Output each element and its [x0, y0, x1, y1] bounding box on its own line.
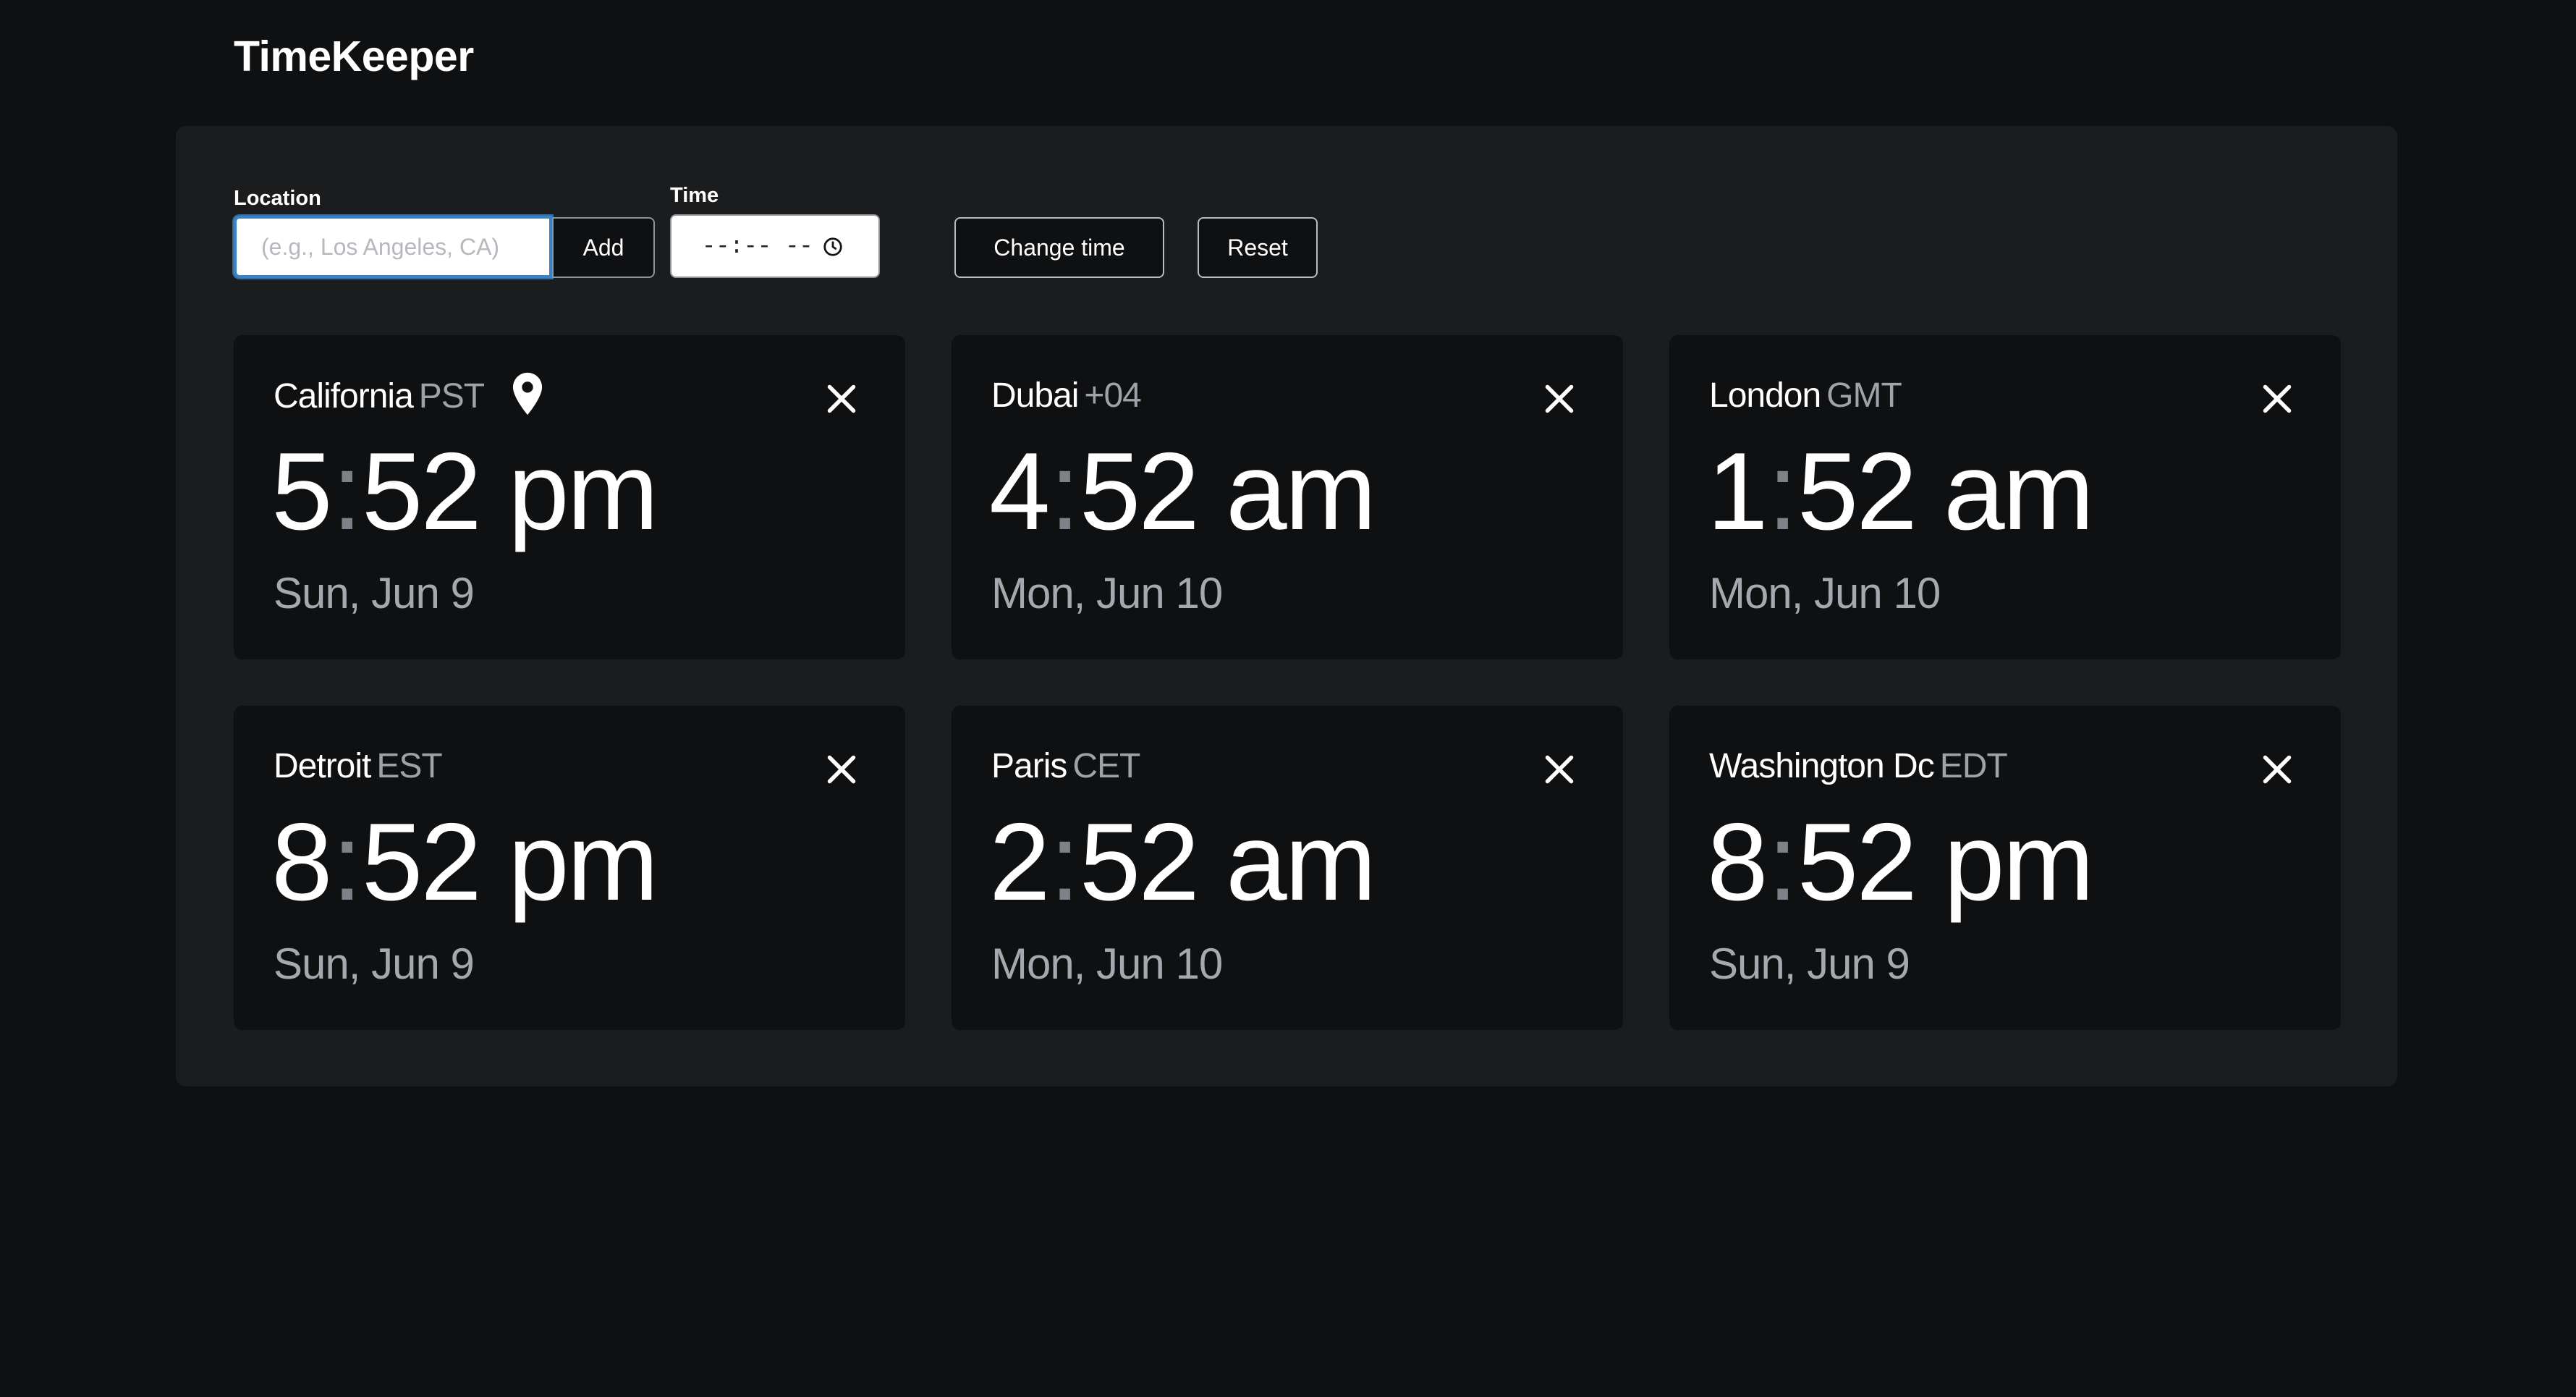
timezone-abbr: CET	[1072, 747, 1140, 785]
timezone-abbr: GMT	[1826, 376, 1902, 415]
main-panel: Location Add Time --:-- -- Change time R…	[176, 126, 2397, 1086]
change-time-button[interactable]: Change time	[954, 217, 1164, 278]
clock-minute: 52	[1797, 801, 1918, 924]
clock-card: Washington Dc EDT 8:52 pm Sun, Jun 9	[1669, 706, 2341, 1030]
timezone-abbr: +04	[1084, 376, 1141, 415]
clock-icon[interactable]	[822, 236, 844, 258]
clock-ampm: pm	[508, 430, 658, 553]
add-button[interactable]: Add	[552, 217, 655, 278]
city-name: Detroit	[274, 747, 371, 785]
clock-date: Mon, Jun 10	[1709, 569, 1941, 617]
controls-bar: Location Add Time --:-- -- Change time R…	[234, 184, 1391, 278]
close-icon[interactable]	[826, 754, 857, 785]
timezone-abbr: PST	[418, 376, 485, 415]
close-icon[interactable]	[1543, 383, 1575, 415]
city-name: London	[1709, 376, 1821, 415]
clock-minute: 52	[1079, 430, 1200, 553]
time-label: Time	[670, 184, 719, 207]
clock-ampm: pm	[1944, 801, 2094, 924]
reset-button[interactable]: Reset	[1198, 217, 1318, 278]
clock-date: Mon, Jun 10	[991, 569, 1223, 617]
clock-colon: :	[1767, 430, 1798, 553]
clock-card: Dubai +04 4:52 am Mon, Jun 10	[952, 335, 1623, 659]
clock-time: 4:52 am	[989, 436, 1376, 546]
close-icon[interactable]	[2261, 754, 2293, 785]
clock-ampm: am	[1226, 430, 1376, 553]
clock-minute: 52	[1079, 801, 1200, 924]
clock-colon: :	[331, 801, 363, 924]
city-name: California	[274, 376, 414, 415]
location-label: Location	[234, 187, 321, 210]
time-input[interactable]: --:-- --	[670, 214, 880, 278]
clock-minute: 52	[361, 430, 482, 553]
clock-minute: 52	[1797, 430, 1918, 553]
clock-card: Detroit EST 8:52 pm Sun, Jun 9	[234, 706, 905, 1030]
card-header: California PST	[274, 372, 543, 416]
clock-date: Sun, Jun 9	[1709, 940, 1910, 988]
city-name: Paris	[991, 747, 1067, 785]
clock-date: Sun, Jun 9	[274, 569, 475, 617]
card-header: Detroit EST	[274, 746, 443, 786]
timezone-abbr: EDT	[1939, 747, 2008, 785]
clock-colon: :	[1049, 430, 1080, 553]
timezone-abbr: EST	[376, 747, 442, 785]
clock-time: 8:52 pm	[271, 807, 658, 917]
card-header: Dubai +04	[991, 376, 1142, 415]
clock-ampm: am	[1226, 801, 1376, 924]
clock-card: California PST 5:52 pm Sun, Jun 9	[234, 335, 905, 659]
clock-hour: 2	[989, 801, 1051, 924]
close-icon[interactable]	[826, 383, 857, 415]
clock-colon: :	[1767, 801, 1798, 924]
clock-ampm: am	[1944, 430, 2094, 553]
clock-hour: 8	[1707, 801, 1768, 924]
clock-card: Paris CET 2:52 am Mon, Jun 10	[952, 706, 1623, 1030]
card-header: London GMT	[1709, 376, 1902, 415]
clock-hour: 4	[989, 430, 1051, 553]
time-input-value: --:-- --	[702, 232, 813, 260]
clock-ampm: pm	[508, 801, 658, 924]
clock-date: Mon, Jun 10	[991, 940, 1223, 988]
clock-time: 5:52 pm	[271, 436, 658, 546]
clock-hour: 5	[271, 430, 333, 553]
card-header: Washington Dc EDT	[1709, 746, 2008, 786]
city-name: Washington Dc	[1709, 747, 1935, 785]
close-icon[interactable]	[1543, 754, 1575, 785]
clock-card: London GMT 1:52 am Mon, Jun 10	[1669, 335, 2341, 659]
close-icon[interactable]	[2261, 383, 2293, 415]
clock-time: 1:52 am	[1707, 436, 2094, 546]
clock-date: Sun, Jun 9	[274, 940, 475, 988]
location-input[interactable]	[234, 216, 552, 278]
clock-colon: :	[1049, 801, 1080, 924]
clock-minute: 52	[361, 801, 482, 924]
city-name: Dubai	[991, 376, 1079, 415]
card-header: Paris CET	[991, 746, 1140, 786]
clock-hour: 8	[271, 801, 333, 924]
map-pin-icon	[513, 372, 543, 415]
clock-hour: 1	[1707, 430, 1768, 553]
app-title: TimeKeeper	[234, 33, 474, 80]
clock-time: 8:52 pm	[1707, 807, 2094, 917]
clock-colon: :	[331, 430, 363, 553]
clock-time: 2:52 am	[989, 807, 1376, 917]
